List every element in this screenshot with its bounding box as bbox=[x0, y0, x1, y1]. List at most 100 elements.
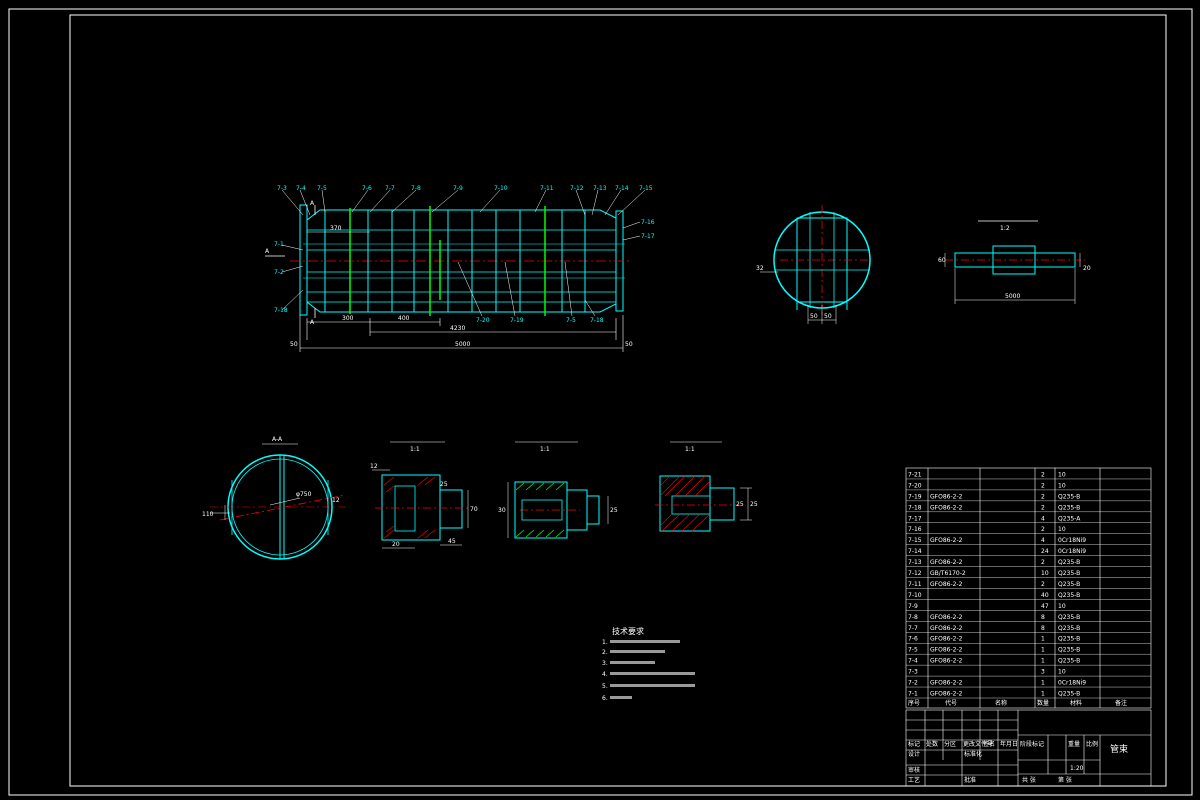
sheet-inner-frame bbox=[69, 14, 1167, 787]
technical-requirements: 技术要求 1. 2. 3. 4. 5. 6. bbox=[602, 626, 695, 702]
tb-label: 共 张 bbox=[1022, 776, 1036, 784]
tech-req-item: 5. bbox=[602, 683, 608, 690]
dimension-text: 25 bbox=[610, 507, 618, 514]
tb-label: 分区 bbox=[944, 740, 956, 748]
bom-cell-mat: 10 bbox=[1058, 603, 1066, 610]
bom-cell-qty: 1 bbox=[1041, 658, 1045, 665]
dimension-text: 370 bbox=[330, 225, 342, 232]
bom-cell-no: 7-9 bbox=[908, 603, 918, 610]
detail-1-scale: 1:2 bbox=[1000, 225, 1010, 232]
bom-cell-code: GFO86-2-2 bbox=[930, 504, 963, 511]
callout-label: 7-7 bbox=[385, 185, 395, 192]
bom-cell-qty: 3 bbox=[1041, 669, 1045, 676]
dimension-text: 60 bbox=[938, 257, 946, 264]
bom-header-cell: 名称 bbox=[995, 699, 1007, 707]
bom-cell-qty: 2 bbox=[1041, 482, 1045, 489]
callout-label: 7-8 bbox=[411, 185, 421, 192]
tb-label: 第 张 bbox=[1058, 776, 1072, 784]
tb-label: 处数 bbox=[926, 740, 938, 748]
callout-label: 7-12 bbox=[570, 185, 584, 192]
bom-cell-no: 7-18 bbox=[908, 504, 922, 511]
bom-rows: 7-21 2 107-20 2 107-19 GFO86-2-2 2 Q235-B7-18 GF… bbox=[908, 471, 1086, 697]
section-a-view bbox=[210, 454, 350, 560]
tb-label: 签名 bbox=[983, 740, 995, 748]
bom-cell-no: 7-3 bbox=[908, 669, 918, 676]
dimension-text: 20 bbox=[1083, 265, 1091, 272]
section-mark: A bbox=[265, 248, 270, 255]
tech-req-title: 技术要求 bbox=[612, 626, 644, 636]
tb-label: 阶段标记 bbox=[1020, 740, 1044, 748]
tb-label: 设计 bbox=[908, 750, 920, 758]
tb-scale: 1:20 bbox=[1070, 765, 1084, 772]
bom-header-cell: 序号 bbox=[908, 699, 920, 707]
tech-req-item: 6. bbox=[602, 695, 608, 702]
callout-label: 7-18 bbox=[274, 307, 288, 314]
bom-cell-no: 7-1 bbox=[908, 691, 918, 698]
tb-label: 工艺 bbox=[908, 776, 920, 784]
dimension-text: φ750 bbox=[296, 491, 312, 498]
bom-header: 序号 代号 名称 数量 材料 备注 bbox=[908, 699, 1127, 707]
dimension-text: 50 bbox=[824, 313, 832, 320]
bom-header-cell: 备注 bbox=[1115, 699, 1127, 707]
callout-label: 7-6 bbox=[362, 185, 372, 192]
dimension-text: 12 bbox=[370, 463, 378, 470]
bom-cell-mat: Q235-B bbox=[1058, 614, 1080, 621]
callout-label: 7-10 bbox=[494, 185, 508, 192]
bom-cell-mat: Q235-B bbox=[1058, 592, 1080, 599]
callout-label: 7-1 bbox=[274, 241, 284, 248]
bom-cell-mat: Q235-B bbox=[1058, 581, 1080, 588]
bom-cell-qty: 8 bbox=[1041, 625, 1045, 632]
tech-req-item: 4. bbox=[602, 671, 608, 678]
bom-row-lines bbox=[906, 478, 1151, 699]
bom-cell-qty: 1 bbox=[1041, 636, 1045, 643]
bom-cell-qty: 2 bbox=[1041, 526, 1045, 533]
bom-cell-qty: 40 bbox=[1041, 592, 1049, 599]
callout-label: 7-14 bbox=[615, 185, 629, 192]
dimension-text: 20 bbox=[392, 541, 400, 548]
bom-cell-mat: 10 bbox=[1058, 471, 1066, 478]
dimension-text: 5000 bbox=[455, 341, 470, 348]
callout-label: 7-4 bbox=[296, 185, 306, 192]
bom-cell-no: 7-8 bbox=[908, 614, 918, 621]
dimension-text: 45 bbox=[448, 538, 456, 545]
bom-cell-qty: 10 bbox=[1041, 570, 1049, 577]
tech-req-item: 1. bbox=[602, 639, 608, 646]
bom-cell-no: 7-12 bbox=[908, 570, 922, 577]
dimension-text: 50 bbox=[290, 341, 298, 348]
bom-cell-qty: 4 bbox=[1041, 537, 1045, 544]
bom-header-cell: 数量 bbox=[1037, 699, 1049, 707]
bom-header-cell: 材料 bbox=[1070, 699, 1082, 707]
callout-label: 7-20 bbox=[476, 317, 490, 324]
dimension-text: 50 bbox=[810, 313, 818, 320]
bom-cell-code: GFO86-2-2 bbox=[930, 680, 963, 687]
bom-cell-code: GB/T6170-2 bbox=[930, 570, 966, 577]
tb-label: 批准 bbox=[964, 776, 976, 784]
detail-3-bolt bbox=[507, 481, 609, 539]
bom-cell-qty: 1 bbox=[1041, 647, 1045, 654]
bom-cell-mat: 0Cr18Ni9 bbox=[1058, 548, 1086, 555]
tb-label: 重量 bbox=[1068, 740, 1080, 748]
bom-cell-mat: Q235-B bbox=[1058, 504, 1080, 511]
bom-cell-no: 7-7 bbox=[908, 625, 918, 632]
dimension-text: 25 bbox=[736, 501, 744, 508]
bom-cell-mat: 0Cr18Ni9 bbox=[1058, 537, 1086, 544]
bom-cell-qty: 2 bbox=[1041, 471, 1045, 478]
sheet-outer-border bbox=[8, 8, 1193, 796]
bom-cell-no: 7-19 bbox=[908, 493, 922, 500]
section-mark: A bbox=[310, 319, 315, 326]
detail-2-scale: 1:1 bbox=[410, 446, 420, 453]
bom-cell-code: GFO86-2-2 bbox=[930, 493, 963, 500]
dimension-text: 25 bbox=[440, 481, 448, 488]
callout-label: 7-17 bbox=[641, 233, 655, 240]
bom-cell-no: 7-15 bbox=[908, 537, 922, 544]
dimension-text: 400 bbox=[398, 315, 410, 322]
bom-cell-code: GFO86-2-2 bbox=[930, 625, 963, 632]
bom-cell-mat: Q235-B bbox=[1058, 691, 1080, 698]
detail-3-scale: 1:1 bbox=[540, 446, 550, 453]
callout-label: 7-5 bbox=[317, 185, 327, 192]
callout-label: 7-9 bbox=[453, 185, 463, 192]
dimension-text: 4230 bbox=[450, 325, 465, 332]
dimension-text: 12 bbox=[332, 497, 340, 504]
bom-cell-mat: 10 bbox=[1058, 482, 1066, 489]
drawing-name: 管束 bbox=[1110, 743, 1128, 755]
